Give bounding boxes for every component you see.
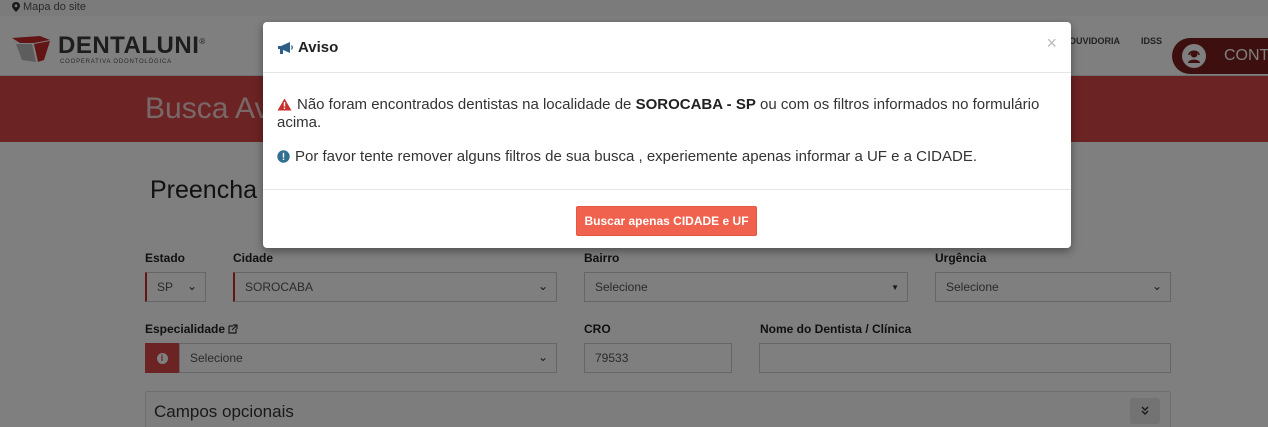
modal-title: Aviso xyxy=(298,39,339,56)
info-text: Por favor tente remover alguns filtros d… xyxy=(295,148,977,165)
warning-triangle-icon xyxy=(277,98,292,111)
warning-prefix: Não foram encontrados dentistas na local… xyxy=(297,96,636,113)
megaphone-icon xyxy=(278,41,293,54)
search-city-uf-button[interactable]: Buscar apenas CIDADE e UF xyxy=(576,206,757,236)
warning-location: SOROCABA - SP xyxy=(635,96,756,113)
modal-body: Não foram encontrados dentistas na local… xyxy=(277,96,1057,166)
info-message: Por favor tente remover alguns filtros d… xyxy=(277,148,1057,166)
modal-header: Aviso × xyxy=(263,22,1071,73)
modal-footer: Buscar apenas CIDADE e UF xyxy=(263,189,1071,248)
close-icon[interactable]: × xyxy=(1046,34,1057,52)
warning-message: Não foram encontrados dentistas na local… xyxy=(277,96,1057,132)
info-circle-icon xyxy=(277,150,290,163)
aviso-modal: Aviso × Não foram encontrados dentistas … xyxy=(263,22,1071,248)
